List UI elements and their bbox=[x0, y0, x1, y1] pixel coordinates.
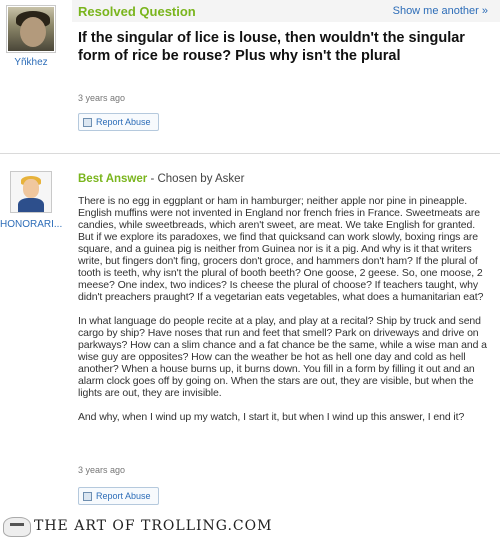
chosen-by-label: - Chosen by Asker bbox=[147, 173, 245, 185]
answer-paragraph: And why, when I wind up my watch, I star… bbox=[78, 411, 465, 423]
report-flag-icon bbox=[83, 117, 92, 127]
question-title: If the singular of lice is louse, then w… bbox=[78, 30, 465, 64]
avatar-face bbox=[23, 179, 39, 198]
watermark-text: THE ART OF TROLLING.COM bbox=[34, 518, 273, 534]
question-timestamp: 3 years ago bbox=[78, 93, 126, 103]
status-label: Resolved Question bbox=[78, 4, 196, 19]
answer-body: There is no egg in eggplant or ham in ha… bbox=[78, 195, 490, 435]
asker-photo bbox=[8, 7, 54, 51]
answerer-name[interactable]: HONORARI... bbox=[0, 219, 62, 230]
avatar-face bbox=[20, 17, 46, 47]
watermark-mask-icon bbox=[3, 517, 31, 537]
answerer-avatar[interactable] bbox=[10, 171, 52, 213]
report-flag-icon bbox=[83, 491, 92, 501]
report-abuse-button[interactable]: Report Abuse bbox=[78, 487, 159, 505]
report-abuse-button[interactable]: Report Abuse bbox=[78, 113, 159, 131]
report-abuse-label: Report Abuse bbox=[96, 491, 151, 501]
best-answer-label: Best Answer bbox=[78, 173, 148, 185]
answer-timestamp: 3 years ago bbox=[78, 465, 126, 475]
show-another-link[interactable]: Show me another » bbox=[393, 5, 488, 17]
asker-avatar[interactable] bbox=[6, 5, 56, 53]
best-answer-heading: Best Answer - Chosen by Asker bbox=[78, 173, 244, 185]
answer-paragraph: There is no egg in eggplant or ham in ha… bbox=[78, 195, 484, 303]
asker-name[interactable]: Yñkhez bbox=[0, 57, 62, 68]
divider bbox=[0, 153, 500, 154]
avatar-body bbox=[18, 198, 44, 212]
answer-paragraph: In what language do people recite at a p… bbox=[78, 315, 487, 399]
report-abuse-label: Report Abuse bbox=[96, 117, 151, 127]
